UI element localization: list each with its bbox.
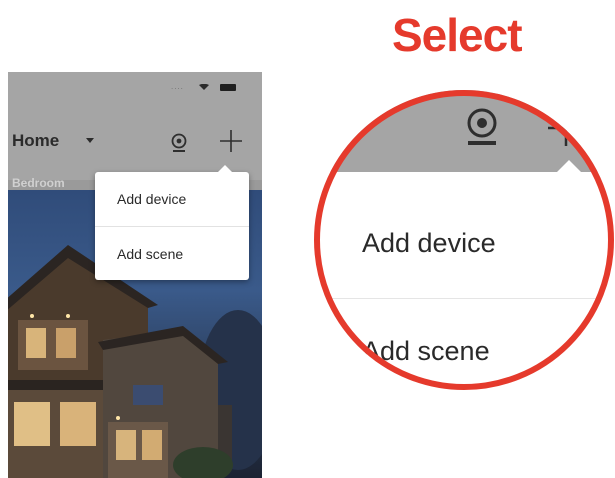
instruction-heading: Select [392, 9, 523, 61]
menu-item-add-scene[interactable]: Add scene [117, 246, 183, 262]
popup-arrow [557, 160, 581, 172]
menu-item-add-device[interactable]: Add device [117, 191, 186, 207]
camera-icon[interactable] [168, 132, 190, 154]
phone-screenshot: .... Home Bedroom Add device Add scene [8, 72, 262, 478]
battery-icon [220, 84, 236, 91]
camera-icon[interactable] [462, 106, 502, 148]
plus-icon[interactable] [217, 127, 245, 155]
menu-item-add-device[interactable]: Add device [362, 228, 496, 259]
status-bar: .... [8, 72, 262, 102]
signal-indicator: .... [171, 82, 184, 91]
plus-icon[interactable] [546, 108, 586, 148]
popup-arrow [217, 165, 233, 173]
app-header: .... Home [8, 72, 262, 180]
menu-item-add-scene[interactable]: Add scene [362, 336, 490, 367]
home-selector-label[interactable]: Home [12, 131, 59, 151]
tab-bedroom[interactable]: Bedroom [12, 176, 65, 190]
chevron-down-icon[interactable] [86, 138, 94, 143]
menu-divider [95, 226, 249, 227]
menu-divider [314, 298, 614, 299]
wifi-icon [199, 84, 209, 90]
zoom-callout: Add device Add scene [314, 90, 614, 390]
add-menu-popup: Add device Add scene [95, 165, 249, 280]
